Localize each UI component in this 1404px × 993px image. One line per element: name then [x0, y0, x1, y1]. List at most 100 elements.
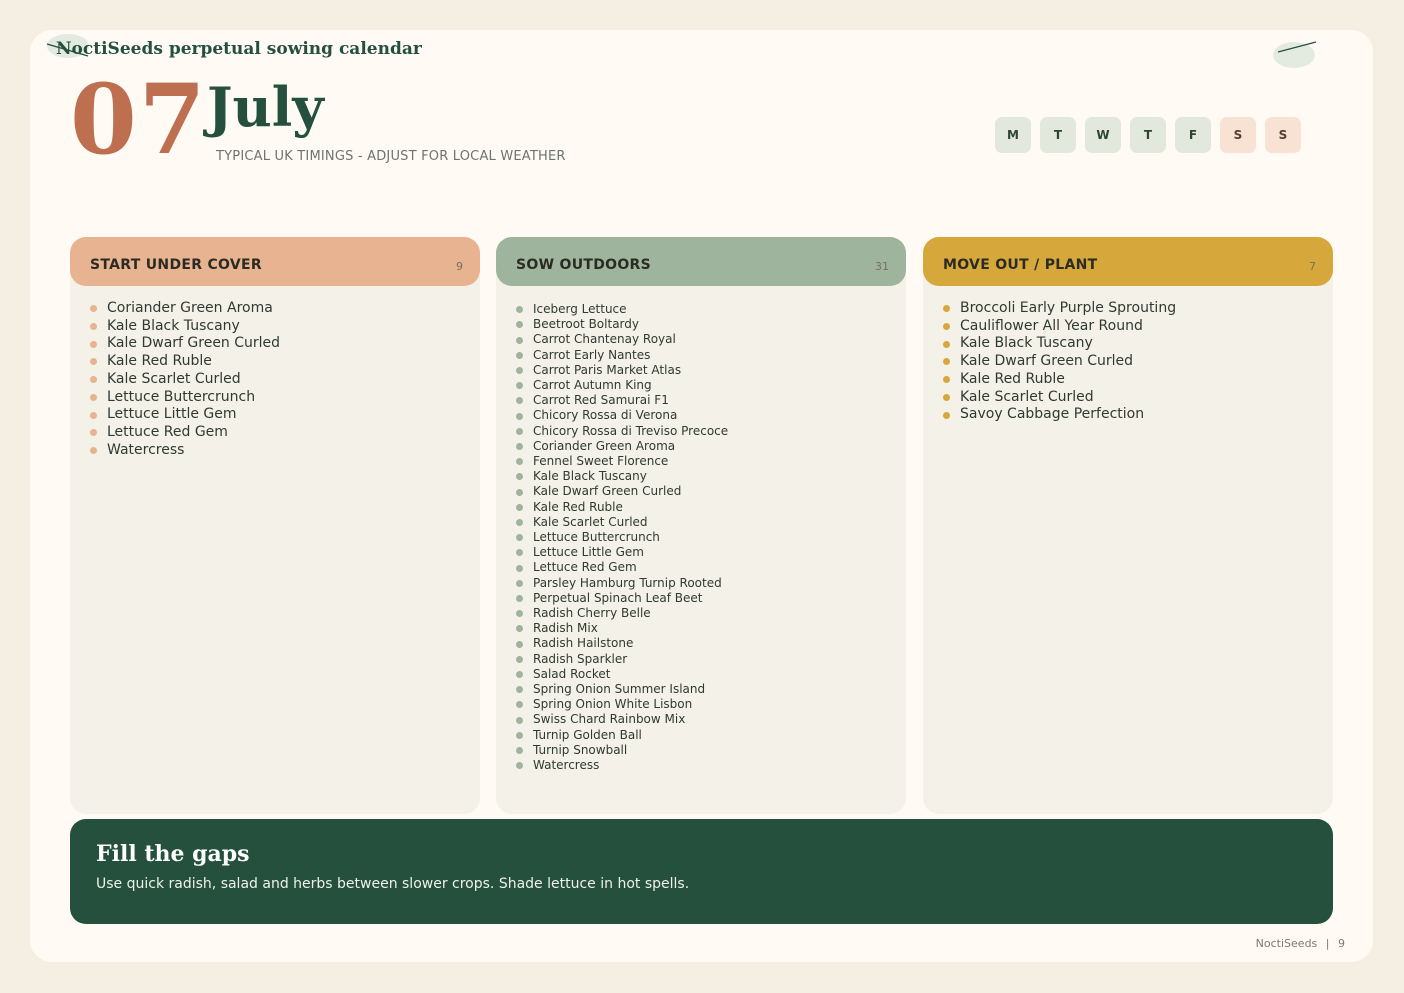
crop-name: Salad Rocket	[533, 666, 611, 681]
list-item: Carrot Chantenay Royal	[516, 332, 906, 347]
crop-name: Broccoli Early Purple Sprouting	[960, 300, 1177, 316]
bullet-dot-icon	[516, 534, 523, 542]
list-item: Radish Cherry Belle	[516, 606, 906, 621]
list-item: Kale Red Ruble	[90, 353, 480, 371]
list-item: Swiss Chard Rainbow Mix	[516, 712, 906, 727]
crop-name: Kale Black Tuscany	[107, 317, 240, 334]
list-item: Radish Mix	[516, 621, 906, 636]
list-item: Kale Black Tuscany	[943, 335, 1333, 353]
list-item: Spring Onion White Lisbon	[516, 697, 906, 712]
crop-name: Lettuce Red Gem	[107, 423, 228, 440]
crop-name: Spring Onion White Lisbon	[533, 697, 693, 712]
list-item: Lettuce Buttercrunch	[516, 530, 906, 545]
crop-name: Lettuce Buttercrunch	[107, 388, 256, 405]
start-under-cover-column: START UNDER COVER 9 Coriander Green Arom…	[70, 237, 480, 814]
crop-name: Parsley Hamburg Turnip Rooted	[533, 575, 722, 590]
crop-name: Kale Dwarf Green Curled	[107, 335, 281, 352]
column-header: MOVE OUT / PLANT 7	[923, 237, 1333, 286]
crop-name: Radish Sparkler	[533, 651, 628, 666]
list-item: Turnip Golden Ball	[516, 728, 906, 743]
crop-name: Kale Red Ruble	[960, 370, 1065, 387]
list-item: Kale Red Ruble	[943, 371, 1333, 389]
bullet-dot-icon	[90, 429, 97, 437]
crop-name: Carrot Paris Market Atlas	[533, 362, 682, 377]
list-item: Parsley Hamburg Turnip Rooted	[516, 576, 906, 591]
crop-name: Lettuce Little Gem	[533, 545, 644, 560]
weekday-monday: M	[995, 117, 1031, 153]
bullet-dot-icon	[516, 427, 523, 435]
weekday-friday: F	[1175, 117, 1211, 153]
crop-name: Lettuce Red Gem	[533, 560, 637, 575]
crop-name: Lettuce Little Gem	[107, 406, 237, 423]
list-item: Carrot Early Nantes	[516, 348, 906, 363]
crop-name: Coriander Green Aroma	[107, 300, 273, 316]
crop-name: Cauliflower All Year Round	[960, 317, 1143, 334]
bullet-dot-icon	[516, 549, 523, 557]
crop-name: Turnip Snowball	[533, 742, 628, 757]
bullet-dot-icon	[516, 382, 523, 390]
list-item: Kale Scarlet Curled	[516, 515, 906, 530]
bullet-dot-icon	[516, 412, 523, 420]
crop-name: Watercress	[107, 441, 185, 458]
list-item: Iceberg Lettuce	[516, 302, 906, 317]
tip-text: Use quick radish, salad and herbs betwee…	[96, 876, 690, 892]
bullet-dot-icon	[516, 579, 523, 587]
bullet-dot-icon	[943, 340, 950, 348]
crop-name: Carrot Autumn King	[533, 378, 652, 393]
list-item: Kale Dwarf Green Curled	[516, 484, 906, 499]
footer-brand: NoctiSeeds	[1255, 937, 1318, 950]
bullet-dot-icon	[90, 305, 97, 313]
bullet-dot-icon	[516, 716, 523, 724]
list-item: Radish Hailstone	[516, 636, 906, 651]
crop-name: Radish Cherry Belle	[533, 606, 651, 621]
page-number: 9	[1338, 937, 1345, 950]
list-item: Spring Onion Summer Island	[516, 682, 906, 697]
move-out-plant-column: MOVE OUT / PLANT 7 Broccoli Early Purple…	[923, 237, 1333, 814]
page-footer: NoctiSeeds | 9	[1256, 937, 1345, 950]
list-item: Savoy Cabbage Perfection	[943, 406, 1333, 424]
crop-name: Kale Dwarf Green Curled	[533, 484, 682, 499]
list-item: Turnip Snowball	[516, 743, 906, 758]
footer-separator: |	[1325, 937, 1330, 950]
crop-list: Broccoli Early Purple Sprouting Cauliflow…	[923, 286, 1333, 424]
list-item: Perpetual Spinach Leaf Beet	[516, 591, 906, 606]
calendar-page: NoctiSeeds perpetual sowing calendar 07 …	[30, 30, 1373, 962]
bullet-dot-icon	[516, 686, 523, 694]
crop-name: Kale Dwarf Green Curled	[960, 353, 1134, 370]
bullet-dot-icon	[516, 397, 523, 405]
bullet-dot-icon	[516, 625, 523, 633]
column-header: SOW OUTDOORS 31	[496, 237, 906, 286]
list-item: Watercress	[90, 442, 480, 460]
column-header: START UNDER COVER 9	[70, 237, 480, 286]
bullet-dot-icon	[516, 473, 523, 481]
month-subtitle: TYPICAL UK TIMINGS - ADJUST FOR LOCAL WE…	[216, 149, 566, 164]
bullet-dot-icon	[90, 411, 97, 419]
bullet-dot-icon	[943, 393, 950, 401]
list-item: Kale Dwarf Green Curled	[943, 353, 1333, 371]
weekday-wednesday: W	[1085, 117, 1121, 153]
bullet-dot-icon	[516, 351, 523, 359]
bullet-dot-icon	[943, 323, 950, 331]
crop-name: Kale Scarlet Curled	[107, 370, 241, 387]
crop-name: Chicory Rossa di Verona	[533, 408, 678, 423]
list-item: Kale Dwarf Green Curled	[90, 335, 480, 353]
bullet-dot-icon	[516, 336, 523, 344]
crop-name: Beetroot Boltardy	[533, 317, 639, 332]
crop-name: Savoy Cabbage Perfection	[960, 406, 1145, 423]
list-item: Kale Scarlet Curled	[943, 389, 1333, 407]
crop-name: Carrot Early Nantes	[533, 347, 651, 362]
list-item: Lettuce Red Gem	[90, 424, 480, 442]
list-item: Kale Black Tuscany	[90, 318, 480, 336]
weekday-thursday: T	[1130, 117, 1166, 153]
bullet-dot-icon	[516, 731, 523, 739]
crop-name: Kale Black Tuscany	[960, 335, 1093, 352]
list-item: Kale Scarlet Curled	[90, 371, 480, 389]
list-item: Lettuce Buttercrunch	[90, 389, 480, 407]
bullet-dot-icon	[943, 358, 950, 366]
weekday-saturday: S	[1220, 117, 1256, 153]
bullet-dot-icon	[516, 701, 523, 709]
crop-name: Carrot Chantenay Royal	[533, 332, 676, 347]
bullet-dot-icon	[516, 610, 523, 618]
bullet-dot-icon	[516, 746, 523, 754]
bullet-dot-icon	[90, 393, 97, 401]
